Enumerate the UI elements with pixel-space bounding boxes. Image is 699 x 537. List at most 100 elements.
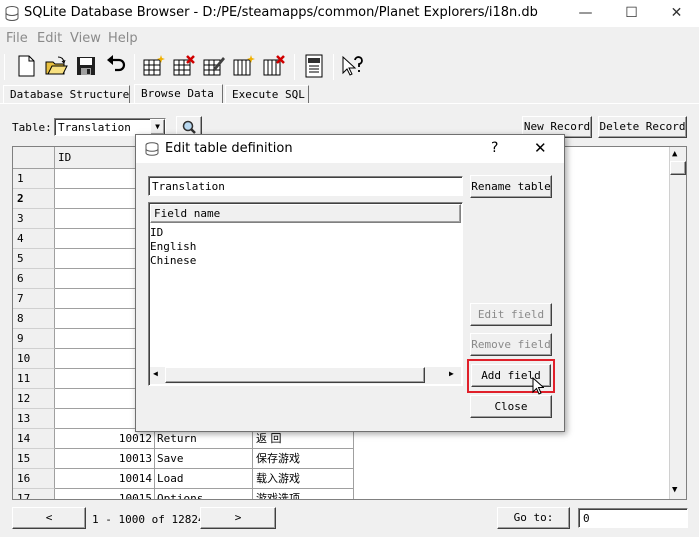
maximize-button[interactable]: ☐ <box>609 0 654 27</box>
scroll-up-icon[interactable]: ▲ <box>672 149 677 159</box>
tab-bar: Database Structure Browse Data Execute S… <box>0 84 699 104</box>
tab-label: Browse Data <box>141 87 214 100</box>
status-bar: < 1 - 1000 of 12824 > Go to: 0 <box>0 503 699 537</box>
menu-view[interactable]: View <box>70 31 101 46</box>
log-icon[interactable] <box>302 54 326 78</box>
undo-icon[interactable] <box>104 54 128 78</box>
scroll-down-icon[interactable]: ▼ <box>672 485 677 495</box>
row-header[interactable]: 15 <box>13 449 55 469</box>
field-list[interactable]: Field name ID English Chinese ◀ ▶ <box>148 202 463 386</box>
table-label: Table: <box>12 121 52 134</box>
row-header[interactable]: 3 <box>13 209 55 229</box>
table-cell-chinese[interactable]: 游戏选项 <box>253 489 354 499</box>
window-title: SQLite Database Browser - D:/PE/steamapp… <box>24 5 538 20</box>
table-cell-english[interactable]: Return <box>155 429 253 449</box>
delete-record-button[interactable]: Delete Record <box>598 116 687 138</box>
table-cell-english[interactable]: Load <box>155 469 253 489</box>
field-name-column-header[interactable]: Field name <box>150 204 461 223</box>
goto-button[interactable]: Go to: <box>497 507 570 529</box>
remove-field-button[interactable]: Remove field <box>470 333 552 356</box>
edit-table-dialog: Edit table definition ? ✕ Translation Re… <box>135 134 565 432</box>
row-header[interactable]: 17 <box>13 489 55 499</box>
goto-input[interactable]: 0 <box>578 508 688 528</box>
scroll-thumb[interactable] <box>670 161 686 175</box>
row-header[interactable]: 6 <box>13 269 55 289</box>
table-cell-id[interactable]: 10015 <box>55 489 155 499</box>
row-header[interactable]: 10 <box>13 349 55 369</box>
scroll-thumb[interactable] <box>165 367 425 383</box>
tab-label: Database Structure <box>10 88 130 101</box>
new-database-icon[interactable] <box>14 54 38 78</box>
close-button[interactable]: Close <box>470 395 552 418</box>
database-icon <box>145 142 159 156</box>
rename-table-button[interactable]: Rename table <box>470 175 552 198</box>
table-cell-chinese[interactable]: 载入游戏 <box>253 469 354 489</box>
table-cell-id[interactable]: 10014 <box>55 469 155 489</box>
row-header[interactable]: 12 <box>13 389 55 409</box>
toolbar <box>0 50 699 84</box>
modify-table-icon[interactable] <box>202 54 226 78</box>
menu-edit[interactable]: Edit <box>37 31 62 46</box>
table-cell-english[interactable]: Save <box>155 449 253 469</box>
row-header[interactable]: 2 <box>13 189 55 209</box>
whats-this-icon[interactable] <box>340 54 364 78</box>
create-table-icon[interactable] <box>142 54 166 78</box>
table-cell-chinese[interactable]: 返 回 <box>253 429 354 449</box>
dialog-close-button[interactable]: ✕ <box>534 139 547 157</box>
menu-help[interactable]: Help <box>108 31 138 46</box>
scroll-left-icon[interactable]: ◀ <box>153 369 158 378</box>
help-button[interactable]: ? <box>491 140 498 156</box>
goto-input-value: 0 <box>583 512 590 525</box>
tab-label: Execute SQL <box>232 88 305 101</box>
row-header[interactable]: 1 <box>13 169 55 189</box>
toolbar-separator <box>333 54 334 80</box>
menu-file[interactable]: File <box>6 31 28 46</box>
table-cell-id[interactable]: 10013 <box>55 449 155 469</box>
row-header[interactable]: 8 <box>13 309 55 329</box>
menu-bar: File Edit View Help <box>0 27 699 49</box>
minimize-button[interactable]: — <box>563 0 608 27</box>
table-name-input[interactable]: Translation <box>148 176 463 196</box>
table-cell-id[interactable]: 10012 <box>55 429 155 449</box>
list-item[interactable]: ID <box>150 226 196 240</box>
list-item[interactable]: Chinese <box>150 254 196 268</box>
toolbar-separator <box>134 54 135 80</box>
table-cell-chinese[interactable]: 保存游戏 <box>253 449 354 469</box>
tab-browse-data[interactable]: Browse Data <box>134 84 223 103</box>
record-range: 1 - 1000 of 12824 <box>92 513 205 526</box>
prev-page-button[interactable]: < <box>12 507 86 529</box>
dialog-title-bar: Edit table definition ? ✕ <box>136 135 564 163</box>
row-header[interactable]: 5 <box>13 249 55 269</box>
row-header[interactable]: 14 <box>13 429 55 449</box>
chevron-down-icon[interactable]: ▼ <box>150 119 165 135</box>
create-index-icon[interactable] <box>232 54 256 78</box>
row-header[interactable]: 13 <box>13 409 55 429</box>
edit-field-button[interactable]: Edit field <box>470 303 552 326</box>
search-icon <box>182 120 196 134</box>
list-item[interactable]: English <box>150 240 196 254</box>
close-window-button[interactable]: ✕ <box>654 0 699 27</box>
next-page-button[interactable]: > <box>200 507 276 529</box>
scroll-right-icon[interactable]: ▶ <box>449 369 454 378</box>
tab-divider <box>0 103 699 104</box>
row-header[interactable]: 7 <box>13 289 55 309</box>
row-header[interactable]: 4 <box>13 229 55 249</box>
open-database-icon[interactable] <box>44 54 68 78</box>
tab-execute-sql[interactable]: Execute SQL <box>225 85 309 104</box>
tab-database-structure[interactable]: Database Structure <box>3 85 130 104</box>
save-icon[interactable] <box>74 54 98 78</box>
table-name-value: Translation <box>152 180 225 193</box>
title-bar: SQLite Database Browser - D:/PE/steamapp… <box>0 0 699 27</box>
database-icon <box>5 6 19 21</box>
table-cell-english[interactable]: Options <box>155 489 253 499</box>
mouse-cursor-icon <box>532 377 544 395</box>
horizontal-scrollbar[interactable]: ◀ ▶ <box>150 367 461 384</box>
row-header[interactable]: 16 <box>13 469 55 489</box>
field-items: ID English Chinese <box>150 226 196 268</box>
toolbar-separator <box>294 54 295 80</box>
delete-index-icon[interactable] <box>262 54 286 78</box>
vertical-scrollbar[interactable]: ▲ ▼ <box>669 147 686 499</box>
delete-table-icon[interactable] <box>172 54 196 78</box>
row-header[interactable]: 11 <box>13 369 55 389</box>
row-header[interactable]: 9 <box>13 329 55 349</box>
